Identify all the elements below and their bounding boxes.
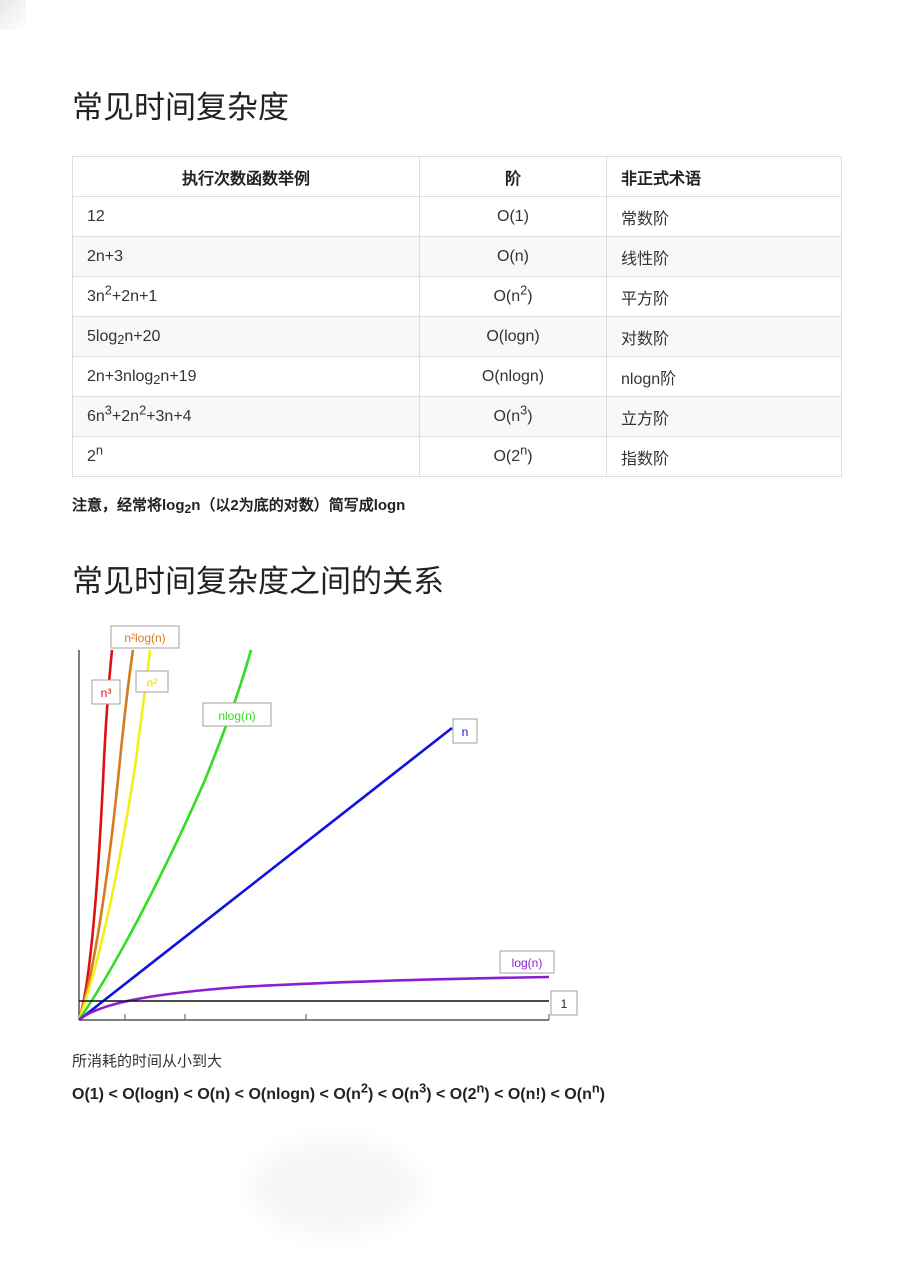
complexity-ordering: O(1) < O(logn) < O(n) < O(nlogn) < O(n2)… bbox=[72, 1082, 605, 1104]
series-label-1: n²log(n) bbox=[124, 631, 165, 645]
series-label-6: 1 bbox=[561, 997, 568, 1011]
ordering-part: 2 bbox=[360, 1080, 368, 1096]
series-line-5 bbox=[78, 975, 550, 1022]
series-label-5: log(n) bbox=[512, 956, 543, 970]
series-label-2: n² bbox=[147, 676, 158, 690]
ordering-part: n bbox=[591, 1080, 600, 1096]
caption-text: 所消耗的时间从小到大 bbox=[72, 1053, 223, 1070]
series-label-0: n³ bbox=[101, 686, 112, 700]
series-label-3: nlog(n) bbox=[218, 709, 255, 723]
ordering-part: O(1) < O(logn) < O(n) < O(nlogn) < O(n bbox=[72, 1086, 361, 1103]
series-label-4: n bbox=[462, 725, 469, 739]
ordering-part: ) < O(2 bbox=[426, 1086, 477, 1103]
ordering-part: ) bbox=[599, 1086, 605, 1103]
ordering-part: ) < O(n!) < O(n bbox=[484, 1086, 592, 1103]
ordering-part: ) < O(n bbox=[368, 1086, 420, 1103]
complexity-growth-chart: n³n²log(n)n²nlog(n)nlog(n)1 bbox=[77, 625, 578, 1022]
faded-watermark bbox=[250, 1140, 420, 1235]
